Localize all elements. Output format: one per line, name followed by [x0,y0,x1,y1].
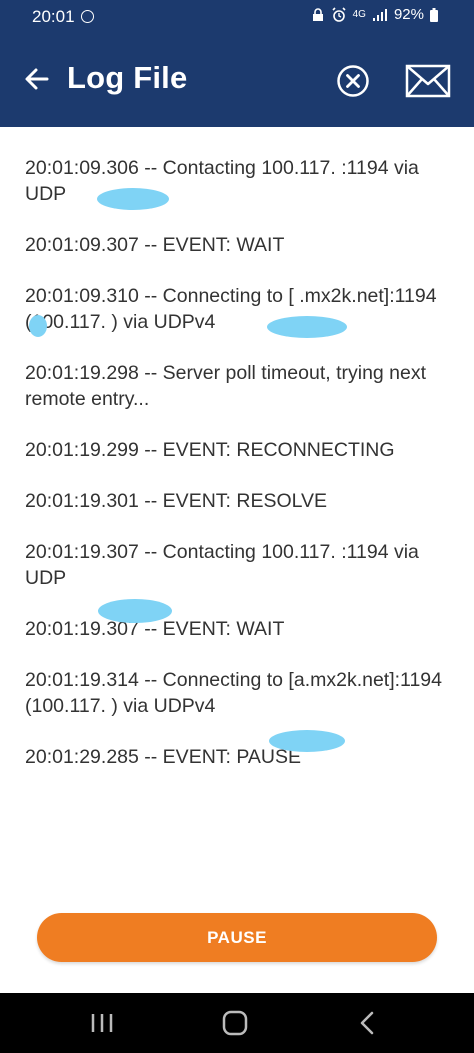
log-entry: Waiting for server... [25,127,452,130]
log-list-container[interactable]: Waiting for server... 20:01:09.306 -- Con… [0,127,474,907]
nav-back-icon [360,1011,374,1035]
back-button[interactable] [22,64,52,94]
send-log-button[interactable] [405,64,451,98]
nav-recents-button[interactable] [82,1007,122,1039]
app-bar: Log File [0,34,474,127]
pause-button[interactable]: PAUSE [37,913,437,962]
battery-percent: 92% [393,6,424,23]
sync-status-icon [81,10,94,23]
lock-icon [312,7,323,21]
back-arrow-icon [25,68,49,90]
page-title: Log File [67,60,188,95]
log-entry: 20:01:29.285 -- EVENT: PAUSE [25,746,302,768]
log-list: Waiting for server... 20:01:09.306 -- Con… [0,127,474,795]
log-entry: 20:01:19.307 -- Contacting 100.117. :119… [25,541,419,589]
nav-back-button[interactable] [348,1007,388,1039]
log-entry: 20:01:09.310 -- Connecting to [ .mx2k.ne… [25,285,437,333]
log-entry: 20:01:19.307 -- EVENT: WAIT [25,618,285,640]
mail-icon [405,64,451,98]
status-icons: 4G 92% [311,6,438,23]
signal-icon [372,8,387,21]
log-entry: 20:01:19.314 -- Connecting to [a.mx2k.ne… [25,669,442,717]
log-entry: 20:01:19.298 -- Server poll timeout, try… [25,362,427,410]
log-entry: 20:01:19.301 -- EVENT: RESOLVE [25,490,328,512]
network-type: 4G [352,9,366,20]
nav-home-icon [222,1010,248,1036]
nav-recents-icon [91,1014,113,1032]
status-bar: 20:01 4G 92% [0,0,474,34]
nav-home-button[interactable] [215,1007,255,1039]
alarm-icon [332,6,346,22]
clear-log-button[interactable] [336,64,370,98]
clear-circle-x-icon [337,65,369,97]
system-nav-bar [0,993,474,1053]
battery-icon [430,7,438,22]
log-entry: 20:01:19.299 -- EVENT: RECONNECTING [25,439,395,461]
log-entry: 20:01:09.306 -- Contacting 100.117. :119… [25,157,419,205]
status-time: 20:01 [32,7,75,26]
log-entry: 20:01:09.307 -- EVENT: WAIT [25,234,285,256]
